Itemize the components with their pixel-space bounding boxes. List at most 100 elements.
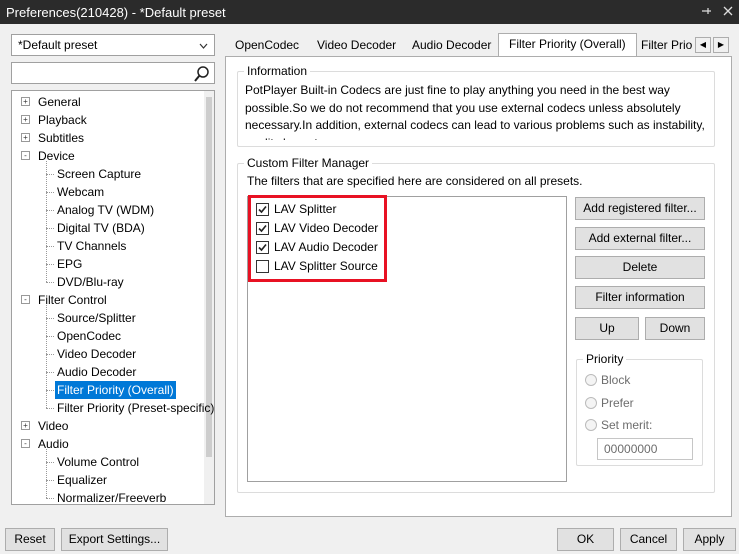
tree-item[interactable]: EPG	[12, 255, 202, 273]
tree-connector	[46, 480, 54, 481]
tree-connector	[46, 354, 54, 355]
expand-icon[interactable]: +	[21, 115, 30, 124]
window-title: Preferences(210428) - *Default preset	[6, 4, 226, 20]
tree-item[interactable]: - Filter Control	[12, 291, 202, 309]
search-input[interactable]	[11, 62, 215, 84]
title-bar: Preferences(210428) - *Default preset	[0, 0, 739, 24]
tree-connector	[46, 449, 47, 498]
add-external-filter-button[interactable]: Add external filter...	[575, 227, 705, 250]
tree-item[interactable]: TV Channels	[12, 237, 202, 255]
merit-input[interactable]: 00000000	[597, 438, 693, 460]
tab-scroll-right-icon[interactable]: ▶	[713, 37, 729, 53]
tree-item[interactable]: Filter Priority (Preset-specific)	[12, 399, 214, 417]
tree-item[interactable]: + General	[12, 93, 202, 111]
tree-item[interactable]: OpenCodec	[12, 327, 202, 345]
export-settings-button[interactable]: Export Settings...	[61, 528, 168, 551]
tree-item[interactable]: Normalizer/Freeverb	[12, 489, 202, 505]
down-button[interactable]: Down	[645, 317, 705, 340]
search-icon[interactable]	[193, 65, 211, 86]
tree-item-label: Video	[38, 419, 69, 433]
tree-item[interactable]: + Subtitles	[12, 129, 202, 147]
reset-button[interactable]: Reset	[5, 528, 55, 551]
preset-selected-value: *Default preset	[18, 38, 98, 52]
tree-connector	[46, 498, 54, 499]
radio-button[interactable]	[585, 397, 597, 409]
tree-item[interactable]: Source/Splitter	[12, 309, 202, 327]
tree-connector	[46, 282, 54, 283]
tree-item-label: Audio	[38, 437, 69, 451]
tree-item[interactable]: - Device	[12, 147, 202, 165]
tree-item[interactable]: + Playback	[12, 111, 202, 129]
tree-scrollbar[interactable]	[204, 91, 214, 504]
tree-connector	[46, 210, 54, 211]
filter-information-button[interactable]: Filter information	[575, 286, 705, 309]
tab[interactable]: Filter Priority (Overall)	[498, 33, 637, 57]
tree-item[interactable]: Volume Control	[12, 453, 202, 471]
tree-item-label: Source/Splitter	[57, 311, 136, 325]
preset-dropdown[interactable]: *Default preset	[11, 34, 215, 56]
tree-item-label: EPG	[57, 257, 83, 271]
chevron-down-icon	[199, 38, 208, 52]
apply-button[interactable]: Apply	[683, 528, 736, 551]
tab[interactable]: OpenCodec	[225, 35, 309, 56]
collapse-icon[interactable]: -	[21, 295, 30, 304]
tab[interactable]: Filter Prio	[631, 35, 693, 56]
tree-item-label: General	[38, 95, 81, 109]
up-button[interactable]: Up	[575, 317, 639, 340]
tree-item-label: Digital TV (BDA)	[57, 221, 145, 235]
tree-item[interactable]: DVD/Blu-ray	[12, 273, 202, 291]
radio-button[interactable]	[585, 374, 597, 386]
information-title: Information	[244, 64, 311, 78]
tab[interactable]: Audio Decoder	[402, 35, 501, 56]
radio-set-merit-label: Set merit:	[601, 418, 653, 432]
tree-connector	[46, 390, 54, 391]
radio-block-label: Block	[601, 373, 631, 387]
tree-item[interactable]: Equalizer	[12, 471, 202, 489]
ok-button[interactable]: OK	[557, 528, 614, 551]
expand-icon[interactable]: +	[21, 133, 30, 142]
tree-item-label: Subtitles	[38, 131, 85, 145]
close-icon[interactable]	[717, 5, 739, 20]
tree-item-label: Audio Decoder	[57, 365, 137, 379]
filter-manager-title: Custom Filter Manager	[244, 156, 373, 170]
tree-item[interactable]: + Video	[12, 417, 202, 435]
tree-connector	[46, 408, 54, 409]
radio-set-merit[interactable]: Set merit:	[585, 418, 652, 432]
tree-connector	[46, 336, 54, 337]
information-text: PotPlayer Built-in Codecs are just fine …	[245, 83, 705, 140]
highlight-box	[248, 195, 387, 282]
tree-item-label: Normalizer/Freeverb	[57, 491, 167, 505]
expand-icon[interactable]: +	[21, 97, 30, 106]
expand-icon[interactable]: +	[21, 421, 30, 430]
tree-connector	[46, 462, 54, 463]
tree-item-label: Playback	[38, 113, 87, 127]
collapse-icon[interactable]: -	[21, 151, 30, 160]
tree-connector	[46, 372, 54, 373]
tree-item[interactable]: Analog TV (WDM)	[12, 201, 202, 219]
collapse-icon[interactable]: -	[21, 439, 30, 448]
add-registered-filter-button[interactable]: Add registered filter...	[575, 197, 705, 220]
cancel-button[interactable]: Cancel	[620, 528, 677, 551]
tree-item[interactable]: Video Decoder	[12, 345, 202, 363]
tree-item-label: Screen Capture	[57, 167, 142, 181]
tab-strip: Filter Prio Filter Priority (Overall) Audi…	[225, 33, 735, 57]
tree-item[interactable]: Filter Priority (Overall)	[12, 381, 202, 399]
tree-item[interactable]: Webcam	[12, 183, 202, 201]
radio-prefer[interactable]: Prefer	[585, 396, 634, 410]
tab[interactable]: Video Decoder	[307, 35, 406, 56]
tree-item[interactable]: Digital TV (BDA)	[12, 219, 202, 237]
tree-item[interactable]: Audio Decoder	[12, 363, 202, 381]
tab-scroll-left-icon[interactable]: ◀	[695, 37, 711, 53]
radio-block[interactable]: Block	[585, 373, 630, 387]
tree-connector	[46, 305, 47, 408]
tree-item-label: Filter Priority (Preset-specific)	[57, 401, 215, 415]
tree-connector	[46, 228, 54, 229]
settings-tree: + General + Playback + Subtitles - Device Screen…	[11, 90, 215, 505]
tree-item[interactable]: - Audio	[12, 435, 202, 453]
delete-button[interactable]: Delete	[575, 256, 705, 279]
radio-button[interactable]	[585, 419, 597, 431]
tree-item-label: Video Decoder	[57, 347, 137, 361]
pin-icon[interactable]	[695, 5, 717, 20]
tree-item-label: Equalizer	[57, 473, 108, 487]
tree-item[interactable]: Screen Capture	[12, 165, 202, 183]
